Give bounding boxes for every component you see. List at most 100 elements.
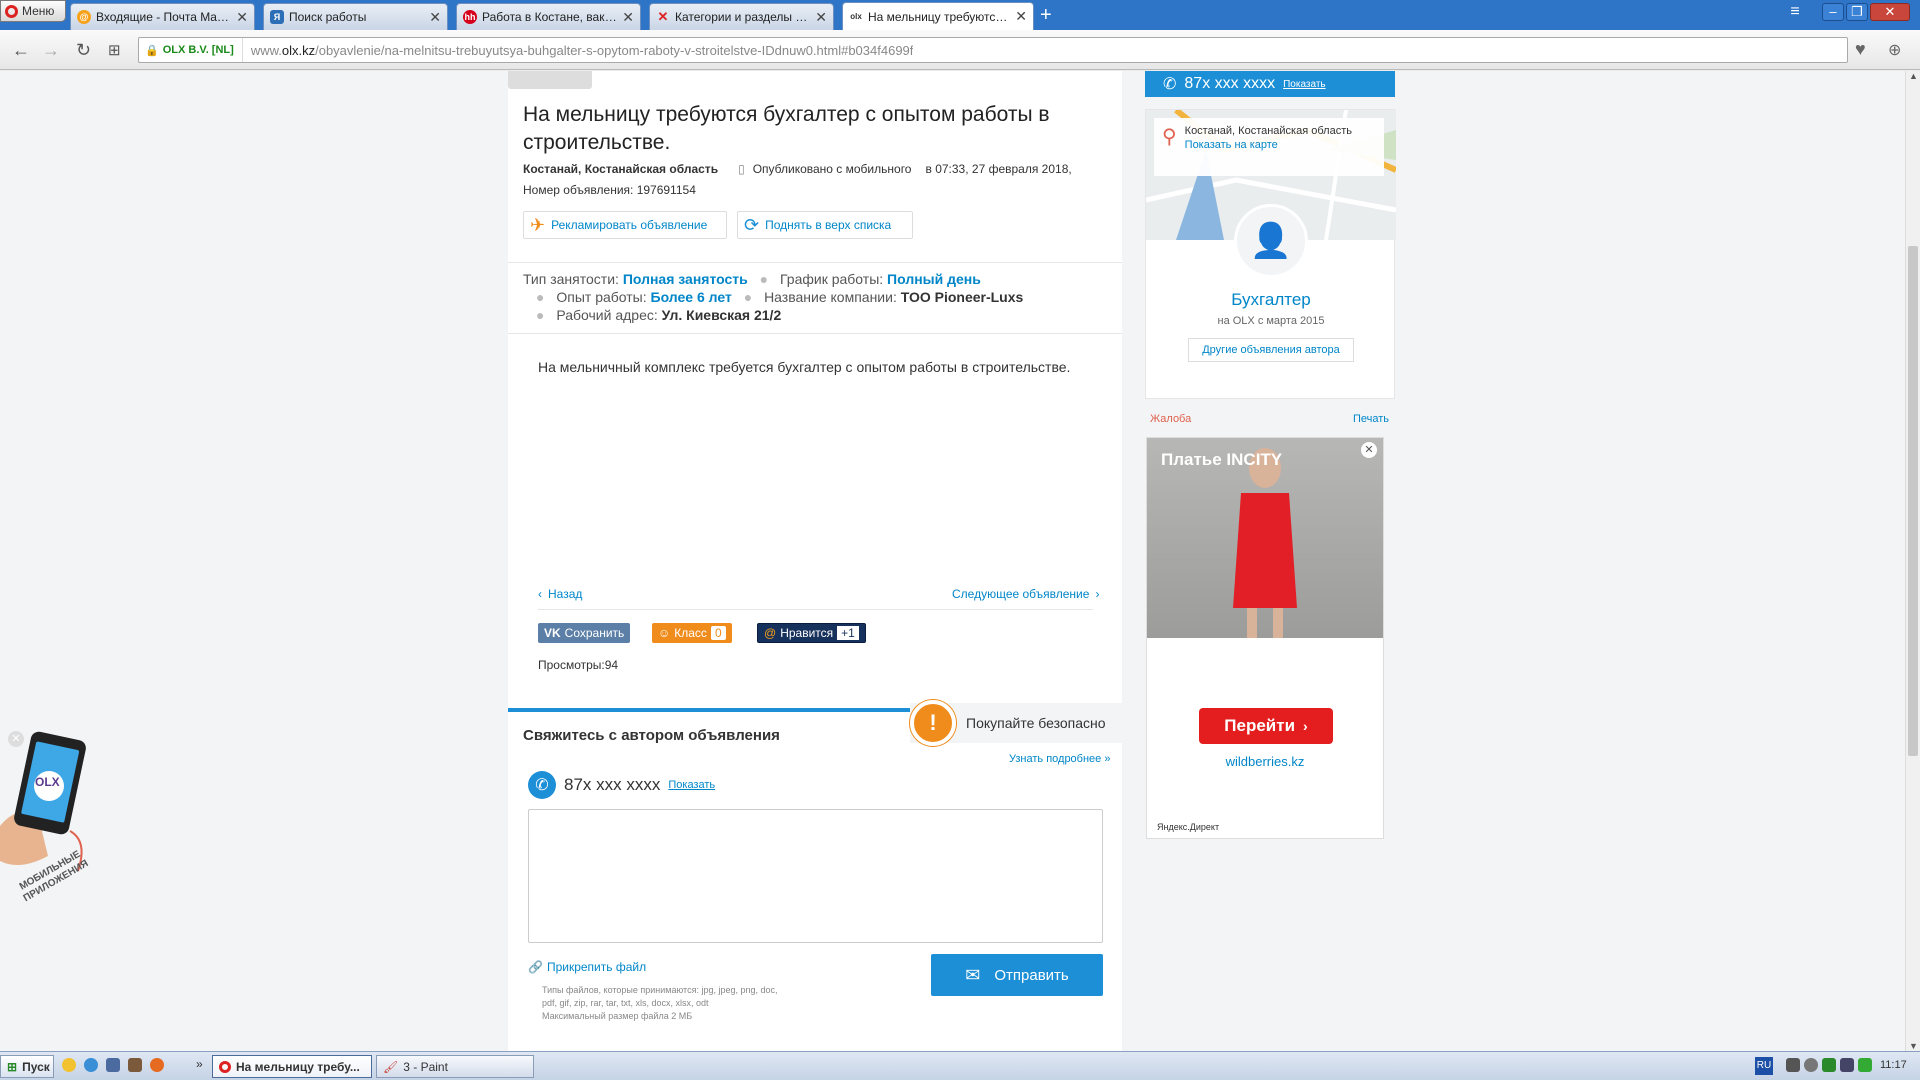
ad-location: Костанай, Костанайская область	[523, 162, 719, 176]
forward-arrow-icon[interactable]: →	[42, 40, 60, 61]
attach-file-link[interactable]: 🔗 Прикрепить файл	[528, 960, 646, 974]
sidebar-phone-bar[interactable]: ✆ 87x xxx xxxx Показать	[1145, 71, 1395, 97]
browser-tab-bar: Меню @ Входящие - Почта Mail.Ru ✕ Я Поис…	[0, 0, 1920, 30]
divider	[508, 333, 1122, 334]
employment-type-link[interactable]: Полная занятость	[623, 271, 748, 287]
heart-icon[interactable]: ♥	[1855, 39, 1866, 60]
author-name[interactable]: Бухгалтер	[1146, 290, 1396, 310]
file-types-hint: Типы файлов, которые принимаются: jpg, j…	[542, 985, 778, 1008]
tab-job-search[interactable]: Я Поиск работы ✕	[263, 3, 448, 30]
close-window-icon[interactable]: ✕	[1870, 3, 1910, 21]
language-indicator[interactable]: RU	[1755, 1057, 1773, 1075]
scroll-down-icon[interactable]: ▼	[1909, 1041, 1918, 1051]
member-since: на OLX с марта 2015	[1217, 315, 1325, 327]
close-tab-icon[interactable]: ✕	[622, 9, 634, 26]
close-tab-icon[interactable]: ✕	[815, 9, 827, 26]
new-tab-icon[interactable]: +	[1040, 5, 1052, 25]
close-tab-icon[interactable]: ✕	[429, 9, 441, 26]
message-textarea[interactable]	[528, 809, 1103, 943]
ad-meta-line: Костанай, Костанайская область ▯ Опублик…	[523, 162, 1072, 176]
download-icon[interactable]: ⊕	[1888, 40, 1901, 60]
tray-monitor-icon[interactable]	[1858, 1058, 1872, 1072]
back-link[interactable]: ‹ Назад	[538, 587, 582, 601]
tab-list-icon[interactable]: ≡	[1784, 3, 1806, 21]
chevron-right-icon: ›	[1303, 718, 1308, 734]
scroll-up-icon[interactable]: ▲	[1909, 71, 1918, 81]
url-text: www.olx.kz/obyavlenie/na-melnitsu-trebuy…	[250, 42, 914, 58]
back-arrow-icon[interactable]: ←	[12, 40, 30, 61]
ad-description: На мельничный комплекс требуется бухгалт…	[538, 359, 1071, 375]
vertical-scrollbar[interactable]: ▲ ▼	[1905, 71, 1920, 1051]
tray-network-icon[interactable]	[1786, 1058, 1800, 1072]
bullet: ●	[536, 307, 545, 323]
quicklaunch-icon[interactable]	[62, 1058, 76, 1072]
tab-forum[interactable]: ✕ Категории и разделы - Фор ✕	[649, 3, 834, 30]
learn-more-link[interactable]: Узнать подробнее »	[1009, 753, 1110, 765]
ok-count: 0	[710, 626, 726, 640]
ie-icon[interactable]	[84, 1058, 98, 1072]
task-opera[interactable]: На мельницу требу...	[212, 1055, 372, 1078]
start-button[interactable]: ⊞ Пуск	[0, 1055, 54, 1078]
company-name: ТОО Pioneer-Luxs	[900, 289, 1024, 305]
opera-logo-icon	[5, 4, 18, 18]
user-silhouette-icon: 👤	[1249, 222, 1293, 260]
divider	[508, 262, 1122, 263]
close-tab-icon[interactable]: ✕	[236, 9, 248, 26]
tab-hh[interactable]: hh Работа в Костане, вакансии ✕	[456, 3, 641, 30]
print-link[interactable]: Печать	[1353, 413, 1389, 425]
hh-icon: hh	[463, 10, 477, 24]
contact-phone: ✆ 87x xxx xxxx Показать	[528, 771, 715, 799]
work-address: Ул. Киевская 21/2	[661, 307, 782, 323]
tab-mail[interactable]: @ Входящие - Почта Mail.Ru ✕	[70, 3, 255, 30]
raise-button[interactable]: ⟳ Поднять в верх списка	[737, 211, 913, 239]
tray-settings-icon[interactable]	[1804, 1058, 1818, 1072]
os-taskbar: ⊞ Пуск » На мельницу требу... 🖌 3 - Pain…	[0, 1051, 1920, 1080]
promote-button[interactable]: ✈ Рекламировать объявление	[523, 211, 727, 239]
kite-icon: ✈	[530, 214, 546, 235]
sidebar-show-phone-link[interactable]: Показать	[1283, 79, 1326, 90]
advert-domain-link[interactable]: wildberries.kz	[1147, 754, 1383, 769]
firefox-icon[interactable]	[150, 1058, 164, 1072]
schedule-link[interactable]: Полный день	[887, 271, 981, 287]
url-field[interactable]: 🔒 OLX B.V. [NL] www.olx.kz/obyavlenie/na…	[138, 37, 1848, 63]
desktop-icon[interactable]	[106, 1058, 120, 1072]
show-phone-link[interactable]: Показать	[668, 779, 715, 791]
quicklaunch-more-icon[interactable]: »	[196, 1057, 203, 1071]
restore-icon[interactable]: ❐	[1846, 3, 1868, 21]
safe-buying-banner[interactable]: ! Покупайте безопасно	[910, 700, 1125, 746]
ad-params-row-1: Тип занятости: Полная занятость ● График…	[523, 271, 981, 287]
app-icon[interactable]	[128, 1058, 142, 1072]
speed-dial-icon[interactable]: ⊞	[108, 41, 121, 59]
task-paint[interactable]: 🖌 3 - Paint	[376, 1055, 534, 1078]
vk-save-button[interactable]: VK Сохранить	[538, 623, 631, 643]
tray-security-icon[interactable]	[1822, 1058, 1836, 1072]
other-ads-button[interactable]: Другие объявления автора	[1188, 338, 1354, 362]
views-count: Просмотры:94	[538, 658, 619, 672]
browser-menu-button[interactable]: Меню	[0, 0, 66, 22]
mail-like-button[interactable]: @ Нравится +1	[757, 623, 866, 643]
complaint-link[interactable]: Жалоба	[1150, 413, 1191, 425]
show-on-map-link[interactable]: Показать на карте	[1185, 138, 1352, 152]
ad-params-row-3: ● Рабочий адрес: Ул. Киевская 21/2	[536, 307, 782, 323]
experience-link[interactable]: Более 6 лет	[651, 289, 732, 305]
send-message-button[interactable]: ✉ Отправить	[931, 954, 1103, 996]
reload-icon[interactable]: ↻	[76, 40, 91, 61]
yandex-advert[interactable]: Платье INCITY ✕ Перейти › wildberries.kz…	[1146, 437, 1384, 839]
ok-class-button[interactable]: ☺ Класс 0	[652, 623, 732, 643]
secure-badge[interactable]: 🔒 OLX B.V. [NL]	[139, 38, 243, 62]
advert-image[interactable]: Платье INCITY ✕	[1147, 438, 1383, 638]
scrollbar-thumb[interactable]	[1908, 246, 1918, 756]
paint-icon: 🖌	[383, 1059, 399, 1074]
close-advert-icon[interactable]: ✕	[1361, 442, 1377, 458]
mail-like-count: +1	[837, 626, 859, 640]
advert-provider[interactable]: Яндекс.Директ	[1157, 822, 1219, 832]
tray-volume-icon[interactable]	[1840, 1058, 1854, 1072]
advert-cta-button[interactable]: Перейти ›	[1199, 708, 1333, 744]
tab-olx-active[interactable]: olx На мельницу требуются бух ✕	[842, 2, 1034, 30]
mail-icon: @	[77, 10, 91, 24]
ad-params-row-2: ● Опыт работы: Более 6 лет ● Название ко…	[536, 289, 1024, 305]
close-tab-icon[interactable]: ✕	[1015, 8, 1027, 25]
minimize-icon[interactable]: –	[1822, 3, 1844, 21]
next-ad-link[interactable]: Следующее объявление ›	[952, 587, 1099, 601]
phone-icon: ✆	[1163, 76, 1177, 93]
